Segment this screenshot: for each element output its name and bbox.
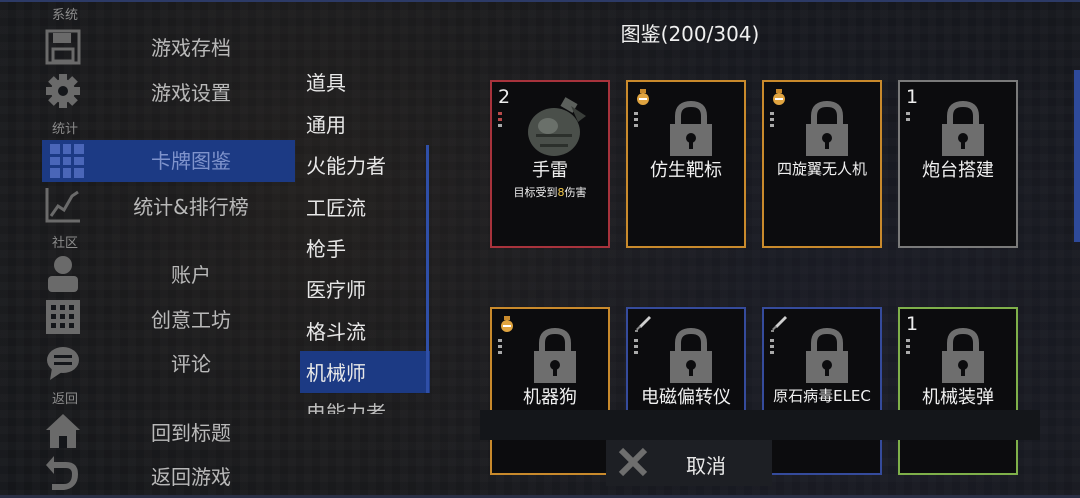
card-level-bars bbox=[770, 112, 776, 130]
menu-account[interactable]: 账户 bbox=[96, 257, 286, 293]
grid-icon bbox=[50, 144, 84, 178]
card-name: 四旋翼无人机 bbox=[776, 160, 867, 178]
card-level-bars bbox=[634, 339, 640, 357]
category-fighter[interactable]: 格斗流 bbox=[306, 313, 426, 351]
menu-save[interactable]: 游戏存档 bbox=[96, 30, 286, 66]
card-turret-build[interactable]: 1 炮台搭建 bbox=[898, 80, 1018, 248]
save-icon bbox=[45, 29, 81, 65]
card-grenade[interactable]: 2 手雷 目标受到8伤害 bbox=[490, 80, 610, 248]
card-level-bars bbox=[634, 112, 640, 130]
section-label-stats: 统计 bbox=[52, 122, 79, 137]
menu-stats-leaderboard[interactable]: 统计&排行榜 bbox=[96, 189, 286, 225]
cancel-label: 取消 bbox=[686, 454, 726, 478]
category-mechanic[interactable]: 机械师 bbox=[306, 354, 426, 392]
card-name: 电磁偏转仪 bbox=[641, 387, 731, 408]
category-craftsman[interactable]: 工匠流 bbox=[306, 189, 426, 227]
section-label-system: 系统 bbox=[52, 8, 79, 23]
card-description: 目标受到8伤害 bbox=[513, 186, 587, 199]
card-name: 机器狗 bbox=[523, 387, 577, 408]
lock-icon bbox=[806, 100, 848, 156]
category-general[interactable]: 通用 bbox=[306, 106, 426, 144]
cancel-button[interactable]: 取消 bbox=[606, 440, 772, 486]
menu-card-gallery[interactable]: 卡牌图鉴 bbox=[96, 143, 286, 179]
lock-icon bbox=[670, 327, 712, 383]
card-level-bars bbox=[906, 339, 912, 357]
card-mech-reload[interactable]: 1 机械装弹 bbox=[898, 307, 1018, 475]
category-items[interactable]: 道具 bbox=[306, 64, 426, 102]
lock-icon bbox=[806, 327, 848, 383]
card-bionic-target[interactable]: 仿生靶标 bbox=[626, 80, 746, 248]
user-icon bbox=[48, 256, 78, 292]
card-level-bars bbox=[770, 339, 776, 357]
card-robot-dog[interactable]: 机器狗 bbox=[490, 307, 610, 475]
menu-back-to-title[interactable]: 回到标题 bbox=[96, 415, 286, 451]
home-icon bbox=[46, 414, 80, 448]
gallery-title: 图鉴(200/304) bbox=[620, 22, 760, 46]
card-level-bars bbox=[498, 339, 504, 357]
card-name: 炮台搭建 bbox=[922, 160, 994, 181]
card-quadcopter-drone[interactable]: 四旋翼无人机 bbox=[762, 80, 882, 248]
card-level-bars bbox=[498, 112, 504, 130]
category-electric[interactable]: 电能力者 bbox=[306, 394, 426, 414]
gallery-scrollbar[interactable] bbox=[1074, 70, 1080, 242]
lock-icon bbox=[534, 327, 576, 383]
potion-icon bbox=[501, 316, 513, 332]
lock-icon bbox=[670, 100, 712, 156]
card-count: 1 bbox=[906, 86, 919, 108]
category-gunner[interactable]: 枪手 bbox=[306, 230, 426, 268]
card-count: 1 bbox=[906, 313, 919, 335]
card-name: 机械装弹 bbox=[922, 387, 994, 408]
lock-icon bbox=[942, 100, 984, 156]
top-border bbox=[0, 0, 1080, 2]
grenade-icon bbox=[528, 97, 586, 156]
lock-icon bbox=[942, 327, 984, 383]
sword-icon bbox=[635, 316, 651, 332]
comment-icon bbox=[47, 347, 79, 380]
card-originium-virus-elec[interactable]: 原石病毒ELEC bbox=[762, 307, 882, 475]
category-fire[interactable]: 火能力者 bbox=[306, 147, 426, 185]
sword-icon bbox=[771, 316, 787, 332]
gallery-clip-mask bbox=[480, 410, 1040, 440]
card-name: 原石病毒ELEC bbox=[773, 387, 871, 405]
card-level-bars bbox=[906, 112, 912, 124]
card-name: 手雷 bbox=[532, 160, 568, 181]
section-label-back: 返回 bbox=[52, 392, 79, 407]
menu-workshop[interactable]: 创意工坊 bbox=[96, 302, 286, 338]
section-label-community: 社区 bbox=[52, 236, 79, 251]
category-medic[interactable]: 医疗师 bbox=[306, 271, 426, 309]
menu-comments[interactable]: 评论 bbox=[96, 346, 286, 382]
menu-settings[interactable]: 游戏设置 bbox=[96, 75, 286, 111]
card-name: 仿生靶标 bbox=[650, 160, 722, 181]
chart-icon bbox=[45, 188, 80, 223]
workshop-icon bbox=[46, 300, 80, 334]
category-scrollbar[interactable] bbox=[426, 145, 429, 393]
menu-return-to-game[interactable]: 返回游戏 bbox=[96, 459, 286, 495]
sidebar-icon-column: 系统 统计 社区 返回 bbox=[38, 0, 90, 498]
gear-icon bbox=[46, 74, 80, 108]
return-icon bbox=[46, 456, 78, 490]
card-count: 2 bbox=[498, 86, 511, 108]
potion-icon bbox=[773, 89, 785, 105]
close-icon bbox=[618, 447, 648, 477]
potion-icon bbox=[637, 89, 649, 105]
